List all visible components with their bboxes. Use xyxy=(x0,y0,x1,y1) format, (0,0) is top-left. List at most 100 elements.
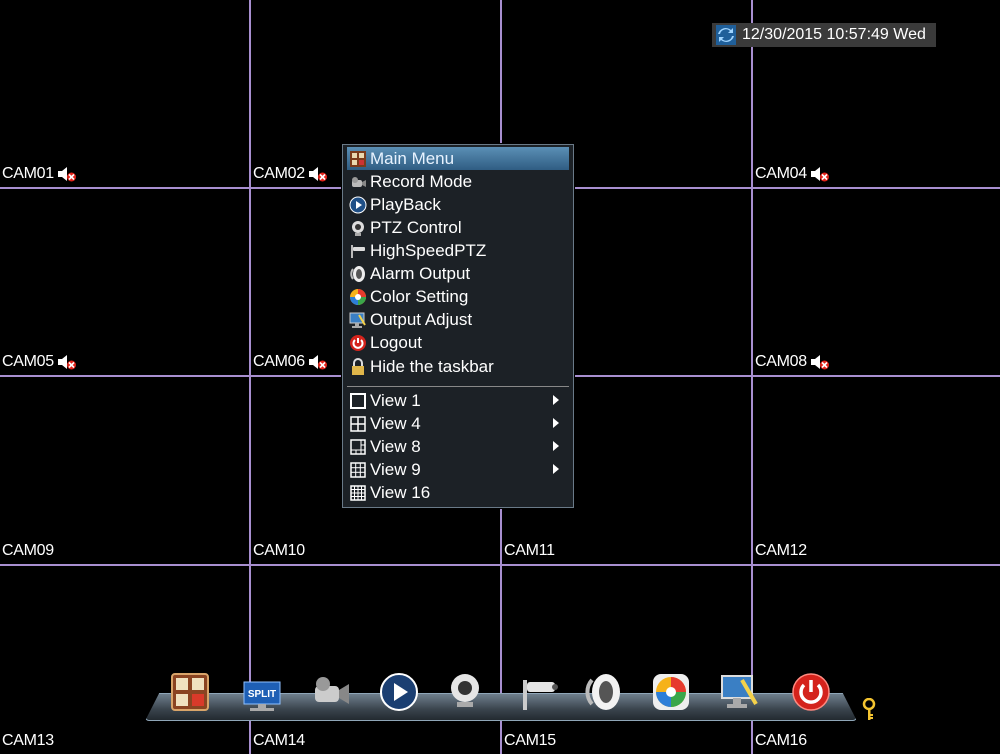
record-icon[interactable] xyxy=(309,670,353,714)
camera-name: CAM04 xyxy=(755,165,807,182)
datetime-text: 12/30/2015 10:57:49 Wed xyxy=(742,26,926,43)
lock-icon xyxy=(352,357,364,375)
menu-item-label: View 1 xyxy=(370,390,421,410)
menu-item-record-mode[interactable]: Record Mode xyxy=(347,170,569,193)
camera-name: CAM16 xyxy=(755,732,807,749)
camera-cell[interactable]: CAM14 xyxy=(251,566,499,754)
menu-item-playback[interactable]: PlayBack xyxy=(347,193,569,216)
camera-name: CAM09 xyxy=(2,542,54,559)
camera-name: CAM11 xyxy=(504,542,555,559)
view-4-icon xyxy=(350,415,366,432)
menu-item-alarm-output[interactable]: Alarm Output xyxy=(347,262,569,285)
camera-label: CAM06 xyxy=(253,353,328,371)
menu-item-label: Main Menu xyxy=(370,148,455,168)
menu-item-label: View 4 xyxy=(370,413,421,433)
menu-item-label: View 16 xyxy=(370,482,431,502)
main-menu-icon[interactable] xyxy=(168,670,212,714)
camera-label: CAM15 xyxy=(504,732,556,750)
camera-name: CAM10 xyxy=(253,542,305,559)
split-label: SPLIT xyxy=(248,689,276,700)
camera-cell[interactable]: CAM05 xyxy=(0,189,248,375)
camera-cell[interactable]: CAM16 xyxy=(753,566,1000,754)
menu-item-label: Alarm Output xyxy=(370,263,471,283)
logout-icon[interactable] xyxy=(789,670,833,714)
camera-label: CAM13 xyxy=(2,732,54,750)
split-icon[interactable]: SPLIT xyxy=(240,670,284,714)
record-icon xyxy=(352,176,366,187)
view-9-icon xyxy=(350,461,366,478)
menu-item-ptz-control[interactable]: PTZ Control xyxy=(347,216,569,239)
camera-label: CAM14 xyxy=(253,732,305,750)
camera-label: CAM01 xyxy=(2,165,77,183)
menu-item-highspeed-ptz[interactable]: HighSpeedPTZ xyxy=(347,239,569,262)
menu-item-view-1[interactable]: View 1 xyxy=(347,389,569,412)
menu-item-label: Logout xyxy=(370,332,422,352)
view-8-icon xyxy=(350,438,366,455)
ptz-icon xyxy=(352,220,364,236)
camera-cell[interactable]: CAM09 xyxy=(0,377,248,564)
submenu-arrow-icon xyxy=(553,395,559,405)
menu-item-label: PlayBack xyxy=(370,194,441,214)
menu-item-main-menu[interactable]: Main Menu xyxy=(347,147,569,170)
camera-name: CAM06 xyxy=(253,353,305,370)
submenu-arrow-icon xyxy=(553,418,559,428)
camera-label: CAM05 xyxy=(2,353,77,371)
menu-item-label: View 8 xyxy=(370,436,421,456)
key-icon[interactable] xyxy=(862,698,876,722)
alarm-output-icon xyxy=(350,265,365,282)
sync-icon xyxy=(716,25,736,45)
camera-label: CAM04 xyxy=(755,165,830,183)
menu-item-view-9[interactable]: View 9 xyxy=(347,458,569,481)
menu-item-hide-taskbar[interactable]: Hide the taskbar xyxy=(347,355,569,378)
camera-label: CAM16 xyxy=(755,732,807,750)
mute-icon xyxy=(308,355,327,370)
output-adjust-icon[interactable] xyxy=(718,670,762,714)
mute-icon xyxy=(810,355,829,370)
logout-icon xyxy=(350,334,366,351)
highspeed-ptz-icon[interactable] xyxy=(517,670,561,714)
playback-icon[interactable] xyxy=(377,670,421,714)
camera-cell[interactable]: CAM13 xyxy=(0,566,248,754)
menu-item-view-8[interactable]: View 8 xyxy=(347,435,569,458)
menu-item-label: Output Adjust xyxy=(370,309,473,329)
camera-cell[interactable]: CAM01 xyxy=(0,0,248,187)
submenu-arrow-icon xyxy=(553,441,559,451)
camera-label: CAM08 xyxy=(755,353,830,371)
camera-cell[interactable]: CAM12 xyxy=(753,377,1000,564)
mute-icon xyxy=(810,167,829,182)
main-menu-icon xyxy=(350,150,366,167)
camera-name: CAM01 xyxy=(2,165,54,182)
camera-name: CAM12 xyxy=(755,542,807,559)
menu-item-label: Hide the taskbar xyxy=(370,356,494,376)
color-setting-icon[interactable] xyxy=(649,670,693,714)
submenu-arrow-icon xyxy=(553,464,559,474)
camera-name: CAM13 xyxy=(2,732,54,749)
menu-item-label: Record Mode xyxy=(370,171,473,191)
menu-item-label: View 9 xyxy=(370,459,421,479)
menu-item-logout[interactable]: Logout xyxy=(347,331,569,354)
camera-name: CAM05 xyxy=(2,353,54,370)
mute-icon xyxy=(57,355,76,370)
menu-item-view-4[interactable]: View 4 xyxy=(347,412,569,435)
playback-icon xyxy=(349,196,367,213)
ptz-icon[interactable] xyxy=(443,670,487,714)
alarm-output-icon[interactable] xyxy=(582,670,626,714)
mute-icon xyxy=(57,167,76,182)
camera-name: CAM15 xyxy=(504,732,556,749)
datetime-display: 12/30/2015 10:57:49 Wed xyxy=(712,23,936,47)
menu-item-output-adjust[interactable]: Output Adjust xyxy=(347,308,569,331)
menu-item-color-setting[interactable]: Color Setting xyxy=(347,285,569,308)
camera-label: CAM09 xyxy=(2,542,54,560)
camera-cell[interactable]: CAM15 xyxy=(502,566,750,754)
output-adjust-icon xyxy=(349,312,366,328)
camera-label: CAM11 xyxy=(504,542,555,560)
camera-cell[interactable]: CAM08 xyxy=(753,189,1000,375)
color-setting-icon xyxy=(350,288,366,305)
context-menu: Main Menu Record Mode PlayBack PTZ Contr… xyxy=(342,144,574,508)
camera-label: CAM02 xyxy=(253,165,328,183)
view-16-icon xyxy=(350,484,366,501)
menu-item-view-16[interactable]: View 16 xyxy=(347,481,569,504)
camera-name: CAM14 xyxy=(253,732,305,749)
menu-item-label: HighSpeedPTZ xyxy=(370,240,487,260)
mute-icon xyxy=(308,167,327,182)
